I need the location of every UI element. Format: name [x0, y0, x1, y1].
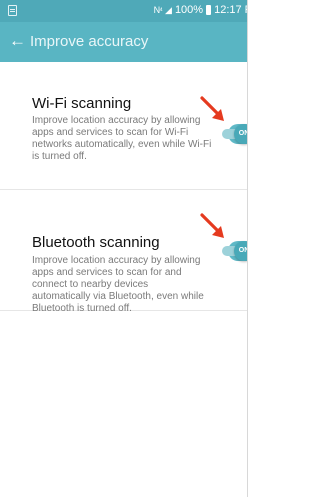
- annotation-arrow-icon: [200, 96, 224, 121]
- page-title: Improve accuracy: [30, 33, 149, 50]
- toggle-knob: ON: [234, 241, 248, 261]
- status-indicators: N⁴ ◢ 100% 12:17 P: [154, 4, 248, 16]
- setting-title: Wi-Fi scanning: [32, 95, 132, 112]
- status-bar: N⁴ ◢ 100% 12:17 P: [0, 0, 248, 22]
- battery-percent: 100%: [174, 4, 204, 16]
- screen-edge: [247, 0, 248, 497]
- setting-description: Improve location accuracy by allowing ap…: [32, 255, 204, 314]
- wifi-signal-icon: N⁴: [153, 5, 163, 15]
- toggle-knob: ON: [234, 124, 248, 144]
- setting-title: Bluetooth scanning: [32, 234, 160, 251]
- app-bar: ← Improve accuracy: [0, 22, 248, 62]
- setting-description: Improve location accuracy by allowing ap…: [32, 115, 212, 162]
- battery-icon: [206, 5, 212, 15]
- cell-signal-icon: ◢: [165, 4, 172, 15]
- screen: N⁴ ◢ 100% 12:17 P ← Improve accuracy Wi-…: [0, 0, 248, 497]
- setting-item-bluetooth-scanning[interactable]: Bluetooth scanning Improve location accu…: [0, 190, 248, 314]
- notification-icon: [8, 5, 17, 16]
- back-arrow-icon[interactable]: ←: [9, 30, 26, 52]
- setting-item-wifi-scanning[interactable]: Wi-Fi scanning Improve location accuracy…: [0, 62, 248, 190]
- annotation-arrow-icon: [200, 213, 224, 238]
- status-time: 12:17 P: [214, 4, 248, 16]
